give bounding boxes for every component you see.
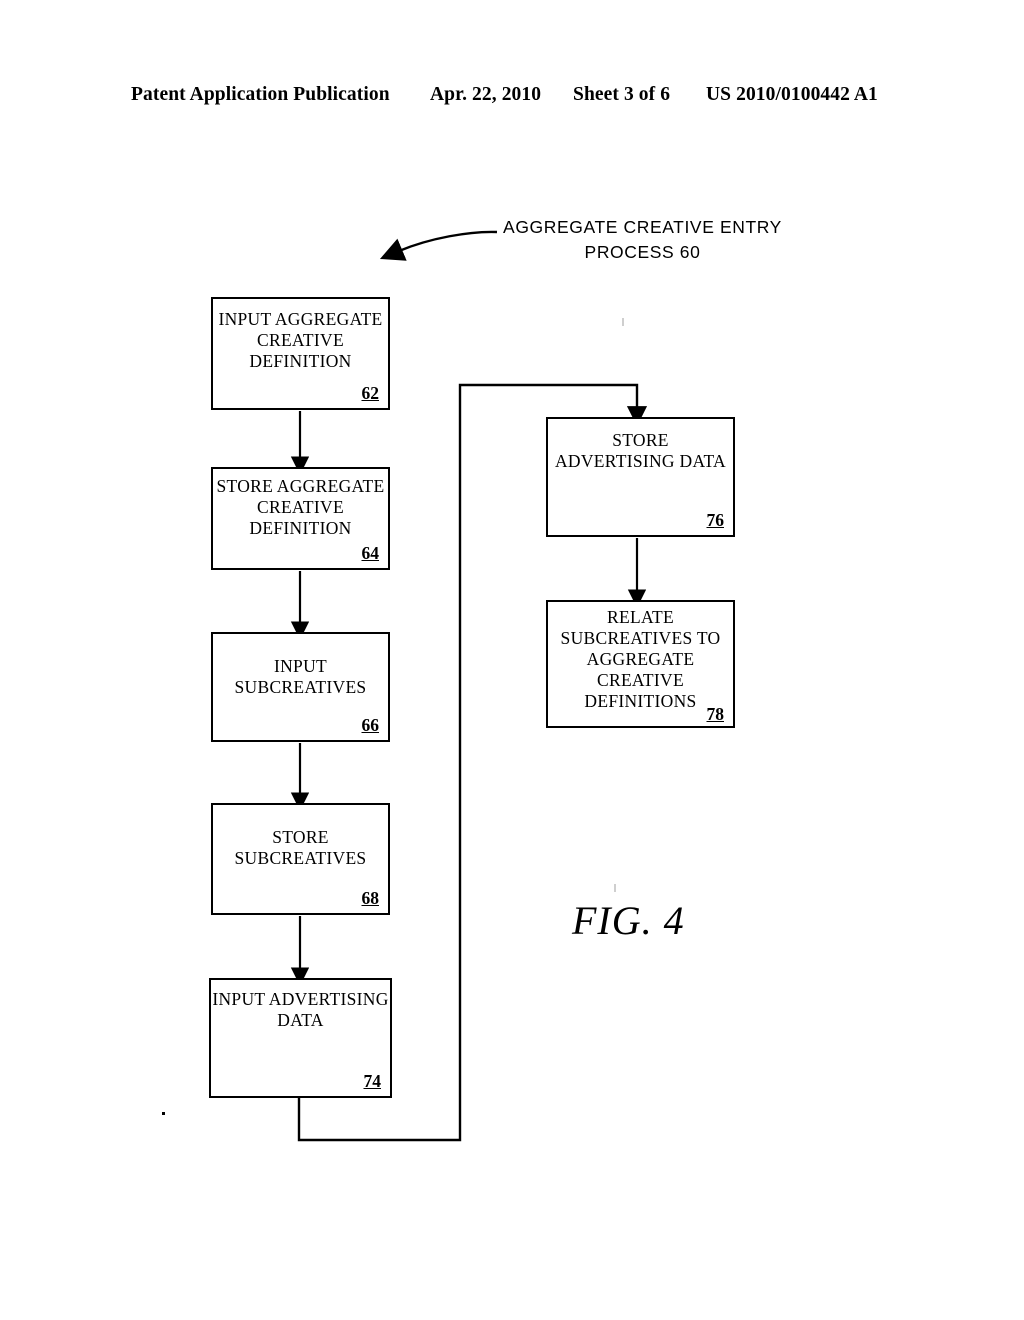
flow-box-68-line-1: STORE: [272, 827, 329, 847]
connector-lines: [290, 230, 648, 1142]
flow-box-78-line-1: RELATE: [607, 607, 674, 627]
flow-box-62-line-1: INPUT AGGREGATE: [218, 309, 383, 329]
flow-box-68-text: STORE SUBCREATIVES: [213, 827, 388, 869]
flow-box-62-line-3: DEFINITION: [249, 351, 352, 371]
flow-box-74-text: INPUT ADVERTISING DATA: [211, 989, 390, 1031]
title-pointer-arrow: [379, 230, 498, 261]
flowchart-diagram: AGGREGATE CREATIVE ENTRY PROCESS 60 INPU…: [0, 0, 1024, 1320]
flow-box-64-line-1: STORE AGGREGATE: [216, 476, 385, 496]
flow-box-76-line-1: STORE: [612, 430, 669, 450]
flow-box-62-line-2: CREATIVE: [257, 330, 344, 350]
flow-box-78-text: RELATE SUBCREATIVES TO AGGREGATE CREATIV…: [548, 607, 733, 712]
flow-box-68[interactable]: STORE SUBCREATIVES 68: [211, 803, 390, 915]
flow-box-74-line-1: INPUT ADVERTISING: [212, 989, 389, 1009]
flow-box-62-text: INPUT AGGREGATE CREATIVE DEFINITION: [213, 309, 388, 372]
process-title: AGGREGATE CREATIVE ENTRY PROCESS 60: [500, 215, 785, 265]
flow-box-74-line-2: DATA: [277, 1010, 324, 1030]
flow-box-66-line-2: SUBCREATIVES: [234, 677, 367, 697]
flow-box-78-reference-numeral: 78: [706, 704, 725, 724]
flow-box-62-reference-numeral: 62: [361, 383, 380, 403]
flow-box-74[interactable]: INPUT ADVERTISING DATA 74: [209, 978, 392, 1098]
flow-box-76-reference-numeral: 76: [706, 510, 725, 530]
flow-box-76-text: STORE ADVERTISING DATA: [548, 430, 733, 472]
flow-box-64-text: STORE AGGREGATE CREATIVE DEFINITION: [213, 476, 388, 539]
flow-box-76-line-2: ADVERTISING DATA: [554, 451, 726, 471]
flow-box-78[interactable]: RELATE SUBCREATIVES TO AGGREGATE CREATIV…: [546, 600, 735, 728]
flow-box-66-line-1: INPUT: [273, 656, 328, 676]
process-title-line-2: PROCESS 60: [584, 242, 701, 262]
flow-box-66-reference-numeral: 66: [361, 715, 380, 735]
scan-speck: [622, 318, 624, 326]
flow-box-66[interactable]: INPUT SUBCREATIVES 66: [211, 632, 390, 742]
flow-box-76[interactable]: STORE ADVERTISING DATA 76: [546, 417, 735, 537]
flow-box-68-line-2: SUBCREATIVES: [234, 848, 367, 868]
flow-box-78-line-4: CREATIVE: [597, 670, 684, 690]
flow-box-62[interactable]: INPUT AGGREGATE CREATIVE DEFINITION 62: [211, 297, 390, 410]
flow-box-66-text: INPUT SUBCREATIVES: [213, 656, 388, 698]
flow-box-64-line-3: DEFINITION: [249, 518, 352, 538]
flow-box-78-line-3: AGGREGATE: [586, 649, 695, 669]
flow-box-64-reference-numeral: 64: [361, 543, 380, 563]
flow-box-74-reference-numeral: 74: [363, 1071, 382, 1091]
flow-box-64-line-2: CREATIVE: [257, 497, 344, 517]
flow-box-68-reference-numeral: 68: [361, 888, 380, 908]
scan-speck: [614, 884, 616, 892]
flow-box-64[interactable]: STORE AGGREGATE CREATIVE DEFINITION 64: [211, 467, 390, 570]
flow-box-78-line-5: DEFINITIONS: [584, 691, 697, 711]
scan-speck: [162, 1112, 165, 1115]
figure-label: FIG. 4: [572, 898, 685, 943]
flow-box-78-line-2: SUBCREATIVES TO: [560, 628, 721, 648]
process-title-line-1: AGGREGATE CREATIVE ENTRY: [503, 217, 782, 237]
